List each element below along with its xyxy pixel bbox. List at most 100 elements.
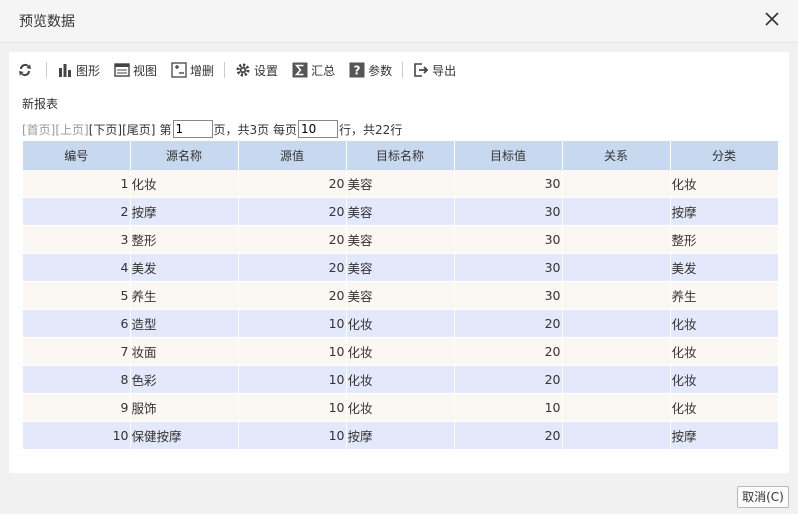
table-row[interactable]: 5 养生 20 美容 30 养生 xyxy=(23,281,779,310)
toolbar-separator xyxy=(402,62,404,78)
view-label: 视图 xyxy=(133,63,158,78)
page-number-input[interactable] xyxy=(172,120,213,138)
table-cell xyxy=(562,309,671,338)
table-cell: 按摩 xyxy=(130,197,239,226)
table-cell: 服饰 xyxy=(130,393,239,422)
table-cell: 2 xyxy=(23,197,131,226)
table-cell: 美发 xyxy=(670,253,779,282)
table-row[interactable]: 2 按摩 20 美容 30 按摩 xyxy=(23,197,779,226)
table-cell: 30 xyxy=(454,253,563,282)
add-delete-icon xyxy=(171,62,187,78)
table-cell: 30 xyxy=(454,170,563,198)
summary-label: 汇总 xyxy=(311,63,336,78)
table-row[interactable]: 10 保健按摩 10 按摩 20 按摩 xyxy=(23,421,779,450)
table-cell: 美容 xyxy=(346,170,455,198)
table-cell: 30 xyxy=(454,281,563,310)
first-page-link[interactable]: [首页] xyxy=(22,121,55,138)
dialog-title: 预览数据 xyxy=(19,14,75,30)
table-cell: 按摩 xyxy=(346,421,455,450)
report-name: 新报表 xyxy=(22,97,59,111)
header-cell[interactable]: 源名称 xyxy=(130,141,239,170)
summary-button[interactable]: 汇总 xyxy=(292,62,335,79)
table-cell: 化妆 xyxy=(130,170,239,198)
table-cell: 化妆 xyxy=(670,309,779,338)
table-cell: 20 xyxy=(454,365,563,394)
table-cell xyxy=(562,365,671,394)
table-body: 1 化妆 20 美容 30 化妆 2 按摩 20 美容 30 按摩 3 整形 20 美容 30 整形 4 美发 20 美容… xyxy=(23,170,779,450)
table-cell: 10 xyxy=(238,393,347,422)
header-cell[interactable]: 源值 xyxy=(238,141,347,170)
table-row[interactable]: 3 整形 20 美容 30 整形 xyxy=(23,225,779,254)
svg-text:?: ? xyxy=(354,64,361,78)
table-cell: 10 xyxy=(238,337,347,366)
close-icon[interactable] xyxy=(762,9,782,29)
table-row[interactable]: 8 色彩 10 化妆 20 化妆 xyxy=(23,365,779,394)
table-cell: 化妆 xyxy=(670,170,779,198)
table-cell: 化妆 xyxy=(670,365,779,394)
table-cell: 30 xyxy=(454,225,563,254)
table-cell: 按摩 xyxy=(670,197,779,226)
pager: [首页] [上页] [下页] [尾页] 第 页，共3页 每页 行，共22行 xyxy=(22,120,402,138)
export-button[interactable]: 导出 xyxy=(413,62,456,79)
view-button[interactable]: 视图 xyxy=(114,62,157,79)
table-cell: 20 xyxy=(454,421,563,450)
table-row[interactable]: 6 造型 10 化妆 20 化妆 xyxy=(23,309,779,338)
table-cell: 20 xyxy=(454,309,563,338)
table-cell: 8 xyxy=(23,365,131,394)
table-cell: 色彩 xyxy=(130,365,239,394)
chart-button[interactable]: 图形 xyxy=(57,62,100,79)
table-row[interactable]: 9 服饰 10 化妆 10 化妆 xyxy=(23,393,779,422)
table-cell: 9 xyxy=(23,393,131,422)
view-icon xyxy=(114,63,130,77)
next-page-link[interactable]: [下页] xyxy=(89,121,122,138)
table-cell: 按摩 xyxy=(670,421,779,450)
table-cell: 化妆 xyxy=(346,365,455,394)
table-cell: 美容 xyxy=(346,225,455,254)
bar-chart-icon xyxy=(59,64,71,77)
per-page-input[interactable] xyxy=(297,120,338,138)
header-cell[interactable]: 分类 xyxy=(670,141,779,170)
table-cell: 1 xyxy=(23,170,131,198)
header-cell[interactable]: 编号 xyxy=(23,141,131,170)
last-page-link[interactable]: [尾页] xyxy=(122,121,155,138)
table-row[interactable]: 7 妆面 10 化妆 20 化妆 xyxy=(23,337,779,366)
table-cell: 养生 xyxy=(670,281,779,310)
gear-icon xyxy=(236,63,250,77)
data-table: 编号 源名称 源值 目标名称 目标值 关系 分类 1 化妆 20 美容 30 化妆 2 按摩 2… xyxy=(23,141,779,450)
cancel-button[interactable]: 取消(C) xyxy=(737,486,789,508)
total-suffix: 行，共22行 xyxy=(338,122,403,137)
refresh-button[interactable] xyxy=(17,62,36,78)
add-delete-button[interactable]: 增删 xyxy=(171,62,214,79)
table-cell xyxy=(562,421,671,450)
settings-button[interactable]: 设置 xyxy=(235,62,278,79)
table-cell: 7 xyxy=(23,337,131,366)
table-cell: 20 xyxy=(238,281,347,310)
table-cell: 10 xyxy=(238,365,347,394)
table-row[interactable]: 4 美发 20 美容 30 美发 xyxy=(23,253,779,282)
table-cell: 化妆 xyxy=(670,393,779,422)
table-cell: 4 xyxy=(23,253,131,282)
toolbar: 图形 视图 增删 设置 汇总 ? 参数 导出 xyxy=(17,60,470,80)
table-cell xyxy=(562,170,671,198)
table-cell xyxy=(562,197,671,226)
preview-panel: 图形 视图 增删 设置 汇总 ? 参数 导出 新报表 [首页] [上页] [下页… xyxy=(9,52,789,473)
header-cell[interactable]: 关系 xyxy=(562,141,671,170)
table-header-row: 编号 源名称 源值 目标名称 目标值 关系 分类 xyxy=(23,141,779,170)
table-cell: 20 xyxy=(238,197,347,226)
params-button[interactable]: ? 参数 xyxy=(349,62,392,79)
header-cell[interactable]: 目标名称 xyxy=(346,141,455,170)
export-label: 导出 xyxy=(432,63,457,78)
prev-page-link[interactable]: [上页] xyxy=(55,121,88,138)
header-cell[interactable]: 目标值 xyxy=(454,141,563,170)
table-cell: 10 xyxy=(23,421,131,450)
table-cell: 化妆 xyxy=(670,337,779,366)
table-cell: 化妆 xyxy=(346,309,455,338)
table-row[interactable]: 1 化妆 20 美容 30 化妆 xyxy=(23,170,779,198)
table-cell xyxy=(562,225,671,254)
chart-label: 图形 xyxy=(76,63,101,78)
table-cell: 化妆 xyxy=(346,393,455,422)
table-cell: 美容 xyxy=(346,197,455,226)
table-cell: 10 xyxy=(454,393,563,422)
table-cell: 10 xyxy=(238,421,347,450)
table-cell: 养生 xyxy=(130,281,239,310)
